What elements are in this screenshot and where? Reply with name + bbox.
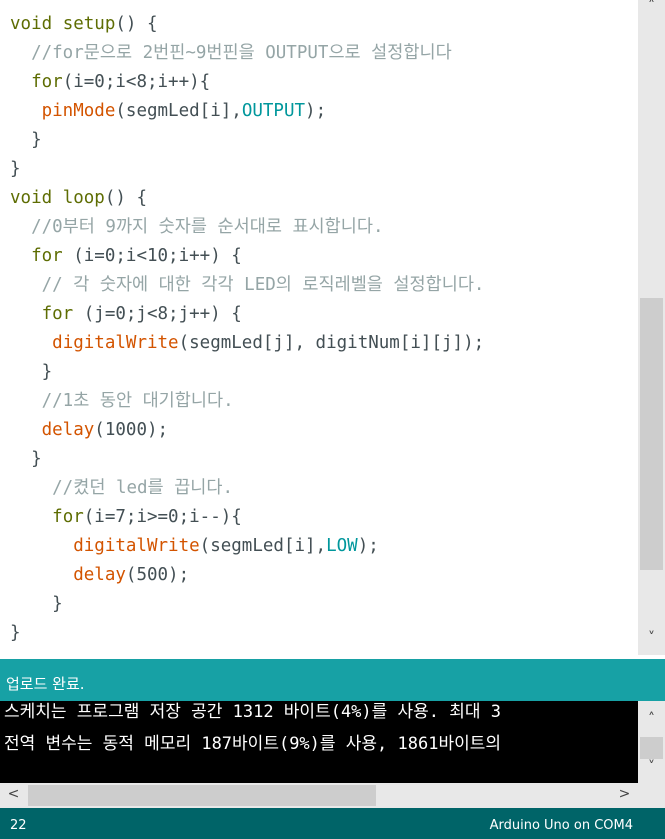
code-line: } (10, 362, 53, 382)
code-token: (1000); (94, 420, 169, 440)
scroll-down-icon[interactable]: ˅ (638, 759, 665, 775)
scroll-thumb[interactable] (640, 298, 663, 570)
scroll-thumb[interactable] (640, 737, 663, 759)
code-token: LOW (326, 536, 358, 556)
code-line: delay(1000); (10, 416, 168, 445)
board-port-info: Arduino Uno on COM4 (489, 818, 633, 833)
console-horizontal-scrollbar[interactable]: < > (0, 783, 638, 808)
code-line: for (i=0;i<10;i++) { (10, 242, 242, 271)
code-line: //0부터 9까지 숫자를 순서대로 표시합니다. (10, 217, 384, 237)
console-line: 스케치는 프로그램 저장 공간 1312 바이트(4%)를 사용. 최대 3 (4, 702, 502, 722)
code-token: (i=0;i<10;i++) { (62, 246, 242, 266)
scroll-thumb[interactable] (28, 785, 376, 806)
code-token: void (10, 188, 53, 208)
code-token: (segmLed[i], (115, 101, 242, 121)
scrollbar-corner (638, 783, 665, 808)
status-message: 업로드 완료. (6, 675, 85, 693)
code-line: //1초 동안 대기합니다. (10, 391, 234, 411)
editor-vertical-scrollbar[interactable]: ˄ ˅ (638, 0, 665, 655)
code-line: for(i=0;i<8;i++){ (10, 68, 210, 97)
code-line: pinMode(segmLed[i],OUTPUT); (10, 97, 327, 126)
scroll-left-icon[interactable]: < (0, 786, 27, 802)
scroll-up-icon[interactable]: ˄ (638, 0, 665, 14)
code-token: () { (104, 188, 148, 208)
code-line: digitalWrite(segmLed[j], digitNum[i][j])… (10, 329, 484, 358)
scroll-down-icon[interactable]: ˅ (638, 630, 665, 646)
code-token: void (10, 14, 53, 34)
code-token: (j=0;j<8;j++) { (73, 304, 242, 324)
code-token: ); (305, 101, 327, 121)
code-token: (500); (125, 565, 190, 585)
code-token: () { (115, 14, 158, 34)
code-line: for (j=0;j<8;j++) { (10, 300, 242, 329)
code-token: for (41, 304, 74, 324)
code-line: //켰던 led를 끕니다. (10, 478, 234, 498)
code-token: ); (357, 536, 379, 556)
code-token: (segmLed[j], digitNum[i][j]); (178, 333, 485, 353)
code-line: } (10, 594, 63, 614)
code-line: } (10, 159, 21, 179)
code-token: (i=7;i>=0;i--){ (83, 507, 242, 527)
footer-bar: 22 Arduino Uno on COM4 (0, 808, 665, 839)
code-token: for (31, 72, 63, 92)
code-token: delay (41, 420, 95, 440)
code-token: for (31, 246, 63, 266)
code-line: digitalWrite(segmLed[i],LOW); (10, 532, 379, 561)
console-vertical-scrollbar[interactable]: ˄ ˅ (638, 701, 665, 783)
code-token: pinMode (41, 101, 116, 121)
code-line: delay(500); (10, 561, 189, 590)
code-line: // 각 숫자에 대한 각각 LED의 로직레벨을 설정합니다. (10, 275, 485, 295)
code-token: (i=0;i<8;i++){ (62, 72, 211, 92)
code-token: setup (62, 14, 116, 34)
scroll-right-icon[interactable]: > (611, 786, 638, 802)
code-line: void loop() { (10, 184, 147, 213)
code-token: delay (73, 565, 126, 585)
code-line: } (10, 449, 42, 469)
code-token: digitalWrite (73, 536, 200, 556)
code-token: for (52, 507, 84, 527)
console-line: 전역 변수는 동적 메모리 187바이트(9%)를 사용, 1861바이트의 (4, 734, 502, 754)
code-token: (segmLed[i], (199, 536, 327, 556)
line-number: 22 (10, 818, 27, 833)
output-console: 스케치는 프로그램 저장 공간 1312 바이트(4%)를 사용. 최대 3 전… (0, 701, 638, 783)
code-token: OUTPUT (241, 101, 306, 121)
code-editor[interactable]: void setup() { //for문으로 2번핀~9번핀을 OUTPUT으… (0, 0, 638, 655)
code-line: void setup() { (10, 10, 158, 39)
code-line: } (10, 623, 21, 643)
code-line: //for문으로 2번핀~9번핀을 OUTPUT으로 설정합니다 (10, 43, 452, 63)
code-line: for(i=7;i>=0;i--){ (10, 503, 242, 532)
code-token: loop (62, 188, 105, 208)
scroll-up-icon[interactable]: ˄ (638, 711, 665, 727)
upload-status-bar: 업로드 완료. (0, 659, 665, 701)
code-token: digitalWrite (52, 333, 179, 353)
code-line: } (10, 130, 42, 150)
